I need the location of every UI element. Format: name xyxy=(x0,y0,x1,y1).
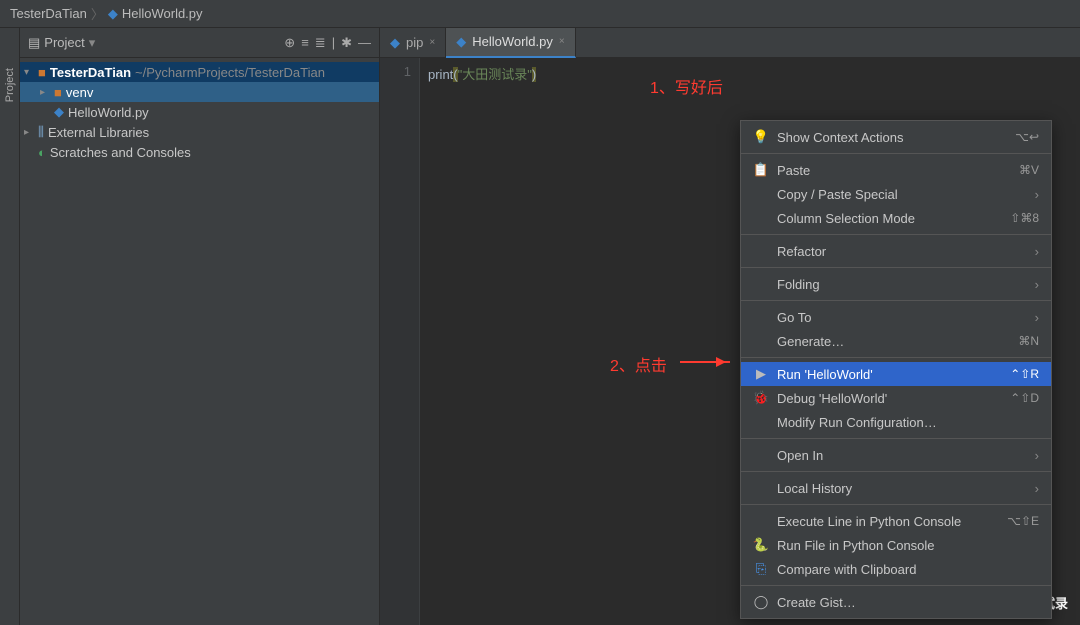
separator xyxy=(741,585,1051,586)
chevron-right-icon: ▸ xyxy=(24,127,34,138)
breadcrumb: TesterDaTian 〉 ◆ HelloWorld.py xyxy=(0,0,1080,28)
chevron-right-icon: › xyxy=(1035,481,1039,496)
expand-icon[interactable]: ≡ xyxy=(301,35,309,51)
ctx-open-in[interactable]: Open In› xyxy=(741,443,1051,467)
collapse-icon[interactable]: ≣ xyxy=(315,35,326,51)
separator xyxy=(741,300,1051,301)
separator xyxy=(741,234,1051,235)
ctx-paste[interactable]: 📋Paste⌘V xyxy=(741,158,1051,182)
code-line[interactable]: print("大田测试录") xyxy=(428,64,536,83)
ctx-modify-run-config[interactable]: Modify Run Configuration… xyxy=(741,410,1051,434)
ctx-column-selection[interactable]: Column Selection Mode⇧⌘8 xyxy=(741,206,1051,230)
rail-project-tab[interactable]: Project xyxy=(4,68,16,102)
separator xyxy=(741,438,1051,439)
hide-icon[interactable]: — xyxy=(358,35,371,51)
divider: | xyxy=(332,35,335,51)
project-icon: ▤ xyxy=(28,35,40,51)
chevron-right-icon: ▸ xyxy=(40,87,50,98)
breadcrumb-item[interactable]: ◆ HelloWorld.py xyxy=(108,6,203,22)
locate-icon[interactable]: ⊕ xyxy=(284,35,295,51)
tab-helloworld[interactable]: ◆ HelloWorld.py × xyxy=(446,28,576,58)
separator xyxy=(741,153,1051,154)
ctx-refactor[interactable]: Refactor› xyxy=(741,239,1051,263)
chevron-right-icon: 〉 xyxy=(91,4,104,23)
folder-icon: ■ xyxy=(54,85,62,100)
folder-icon: ■ xyxy=(38,65,46,80)
ctx-run-file-console[interactable]: 🐍Run File in Python Console xyxy=(741,533,1051,557)
annotation-2: 2、点击 xyxy=(610,352,667,376)
gutter: 1 xyxy=(380,58,420,625)
file-tree: ▾ ■ TesterDaTian ~/PycharmProjects/Teste… xyxy=(20,58,379,166)
ctx-debug[interactable]: 🐞Debug 'HelloWorld'⌃⇧D xyxy=(741,386,1051,410)
ctx-folding[interactable]: Folding› xyxy=(741,272,1051,296)
compare-icon: ⎘ xyxy=(753,561,769,577)
sidebar-rail: Project xyxy=(0,28,20,625)
code-lines: print("大田测试录") xyxy=(420,58,536,625)
chevron-down-icon: ▾ xyxy=(24,67,34,78)
separator xyxy=(741,357,1051,358)
project-panel: ▤ Project ▾ ⊕ ≡ ≣ | ✱ — ▾ ■ TesterDaTian… xyxy=(20,28,380,625)
tree-scratches[interactable]: ◐ Scratches and Consoles xyxy=(20,142,379,162)
tab-pip[interactable]: ◆ pip × xyxy=(380,28,446,58)
close-icon[interactable]: × xyxy=(429,37,435,48)
ctx-goto[interactable]: Go To› xyxy=(741,305,1051,329)
separator xyxy=(741,471,1051,472)
ctx-execute-line[interactable]: Execute Line in Python Console⌥⇧E xyxy=(741,509,1051,533)
context-menu: 💡Show Context Actions⌥↩ 📋Paste⌘V Copy / … xyxy=(740,120,1052,619)
chevron-right-icon: › xyxy=(1035,310,1039,325)
separator xyxy=(741,504,1051,505)
ctx-compare-clipboard[interactable]: ⎘Compare with Clipboard xyxy=(741,557,1051,581)
breadcrumb-item[interactable]: TesterDaTian xyxy=(10,6,87,21)
bulb-icon: 💡 xyxy=(753,129,769,145)
ctx-show-context-actions[interactable]: 💡Show Context Actions⌥↩ xyxy=(741,125,1051,149)
python-file-icon: ◆ xyxy=(108,6,118,22)
separator xyxy=(741,267,1051,268)
ctx-copy-paste-special[interactable]: Copy / Paste Special› xyxy=(741,182,1051,206)
python-file-icon: ◆ xyxy=(390,35,400,51)
python-icon: 🐍 xyxy=(753,537,769,553)
ctx-generate[interactable]: Generate…⌘N xyxy=(741,329,1051,353)
python-file-icon: ◆ xyxy=(54,104,64,120)
close-icon[interactable]: × xyxy=(559,36,565,47)
chevron-right-icon: › xyxy=(1035,448,1039,463)
python-file-icon: ◆ xyxy=(456,34,466,50)
ctx-run[interactable]: ▶Run 'HelloWorld'⌃⇧R xyxy=(741,362,1051,386)
clipboard-icon: 📋 xyxy=(753,162,769,178)
library-icon: ⫼ xyxy=(38,124,44,140)
chevron-down-icon[interactable]: ▾ xyxy=(89,35,96,51)
chevron-right-icon: › xyxy=(1035,187,1039,202)
gear-icon[interactable]: ✱ xyxy=(341,35,352,51)
ctx-local-history[interactable]: Local History› xyxy=(741,476,1051,500)
ctx-create-gist[interactable]: ◯Create Gist… xyxy=(741,590,1051,614)
chevron-right-icon: › xyxy=(1035,277,1039,292)
editor-tabs: ◆ pip × ◆ HelloWorld.py × xyxy=(380,28,1080,58)
arrow-icon xyxy=(680,361,730,363)
annotation-1: 1、写好后 xyxy=(650,74,723,98)
debug-icon: 🐞 xyxy=(753,390,769,406)
line-number: 1 xyxy=(380,64,411,79)
tree-file-helloworld[interactable]: ◆ HelloWorld.py xyxy=(20,102,379,122)
scratch-icon: ◐ xyxy=(38,145,46,160)
panel-header: ▤ Project ▾ ⊕ ≡ ≣ | ✱ — xyxy=(20,28,379,58)
panel-title: Project xyxy=(44,35,84,50)
tree-external-libraries[interactable]: ▸ ⫼ External Libraries xyxy=(20,122,379,142)
github-icon: ◯ xyxy=(753,594,769,610)
tree-folder-venv[interactable]: ▸ ■ venv xyxy=(20,82,379,102)
tree-root[interactable]: ▾ ■ TesterDaTian ~/PycharmProjects/Teste… xyxy=(20,62,379,82)
run-icon: ▶ xyxy=(753,366,769,382)
chevron-right-icon: › xyxy=(1035,244,1039,259)
